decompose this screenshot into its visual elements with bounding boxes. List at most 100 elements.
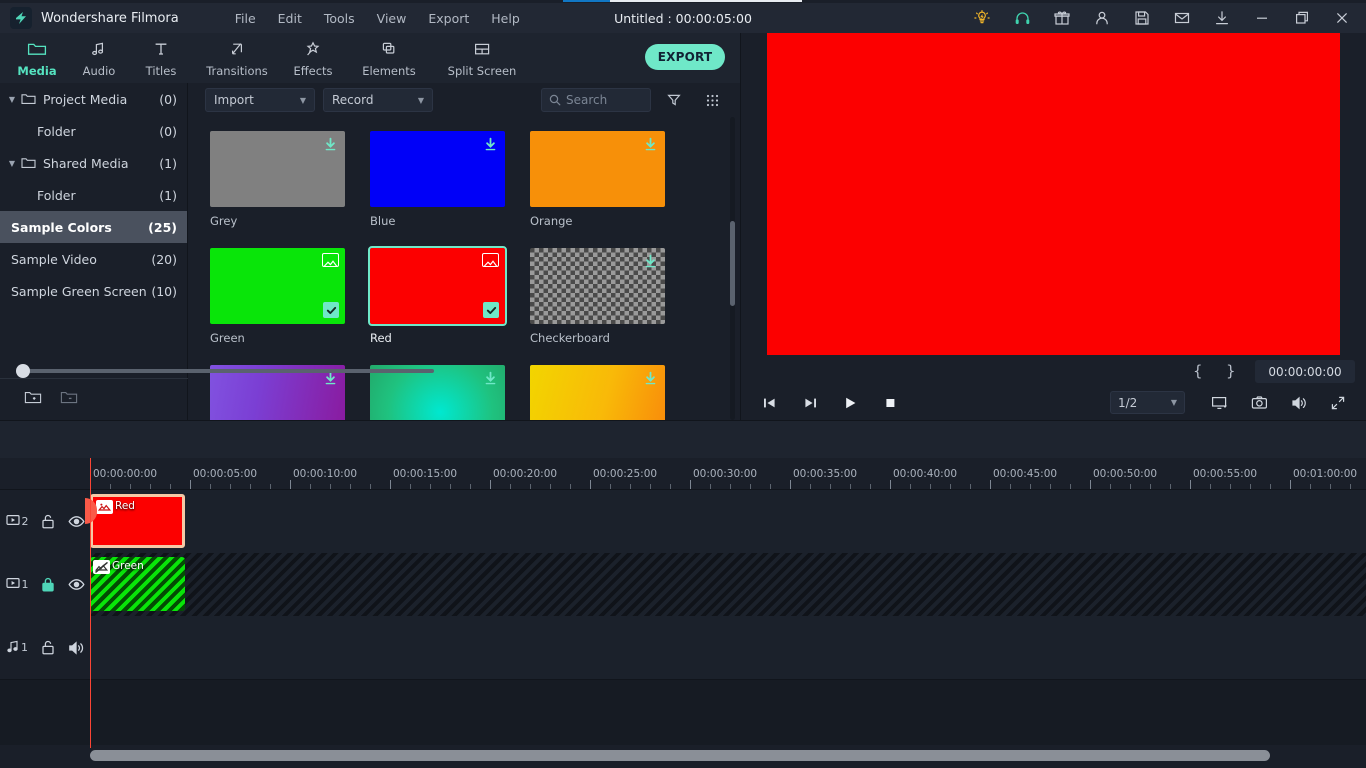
grid-view-icon[interactable] bbox=[700, 88, 724, 112]
download-icon[interactable] bbox=[643, 137, 658, 152]
preview-timecode[interactable]: 00:00:00:00 bbox=[1255, 360, 1355, 383]
library-item-shared-media[interactable]: ▼ Shared Media (1) bbox=[0, 147, 187, 179]
menu-item-edit[interactable]: Edit bbox=[268, 7, 312, 30]
new-folder-icon[interactable] bbox=[24, 390, 42, 409]
track-lane-video-track-2[interactable] bbox=[90, 490, 1366, 553]
play-button[interactable] bbox=[837, 391, 863, 415]
lock-icon[interactable] bbox=[34, 577, 62, 592]
library-item-sample-video[interactable]: Sample Video (20) bbox=[0, 243, 187, 275]
fullscreen-button[interactable] bbox=[1326, 391, 1350, 415]
image-icon bbox=[96, 500, 113, 514]
media-item-thumbnail[interactable] bbox=[210, 131, 345, 207]
media-item[interactable]: Orange bbox=[530, 131, 665, 228]
timeline-ruler[interactable]: 00:00:00:00 00:00:05:00 00:00:10:00 00:00:1… bbox=[0, 458, 1366, 490]
unlock-icon[interactable] bbox=[34, 640, 62, 655]
media-item-thumbnail[interactable] bbox=[370, 365, 505, 420]
next-frame-button[interactable] bbox=[797, 391, 823, 415]
preview-seek-handle[interactable] bbox=[16, 364, 30, 378]
gift-icon[interactable] bbox=[1042, 3, 1082, 33]
speaker-icon[interactable] bbox=[62, 640, 90, 655]
previous-frame-button[interactable] bbox=[756, 391, 782, 415]
eye-icon[interactable] bbox=[62, 578, 90, 591]
transition-arrows-icon bbox=[227, 41, 247, 61]
preview-seek-track[interactable] bbox=[22, 369, 434, 373]
media-item-checkbox[interactable] bbox=[323, 302, 339, 318]
download-icon[interactable] bbox=[643, 254, 658, 269]
playhead[interactable] bbox=[90, 458, 91, 748]
download-icon[interactable] bbox=[483, 137, 498, 152]
chevron-down-icon[interactable]: ▼ bbox=[5, 159, 19, 168]
media-item[interactable]: Green bbox=[210, 248, 345, 345]
track-header-video-track-1: 1 bbox=[0, 553, 90, 616]
tab-split-screen[interactable]: Split Screen bbox=[434, 39, 530, 78]
search-input[interactable]: Search bbox=[541, 88, 651, 112]
media-item[interactable] bbox=[370, 365, 505, 420]
media-item-thumbnail[interactable] bbox=[530, 248, 665, 324]
download-icon[interactable] bbox=[483, 371, 498, 386]
media-item-thumbnail[interactable] bbox=[210, 248, 345, 324]
tab-effects[interactable]: Effects bbox=[282, 39, 344, 78]
filter-icon[interactable] bbox=[662, 88, 686, 112]
download-icon[interactable] bbox=[323, 137, 338, 152]
stop-button[interactable] bbox=[877, 391, 903, 415]
media-item[interactable] bbox=[210, 365, 345, 420]
mark-in-button[interactable]: { bbox=[1193, 362, 1203, 380]
tab-titles[interactable]: Titles bbox=[130, 39, 192, 78]
chevron-down-icon[interactable]: ▼ bbox=[5, 95, 19, 104]
unlock-icon[interactable] bbox=[34, 514, 62, 529]
library-item-folder-shared[interactable]: Folder (1) bbox=[0, 179, 187, 211]
export-button[interactable]: EXPORT bbox=[645, 44, 725, 70]
lightbulb-icon[interactable] bbox=[962, 3, 1002, 33]
media-item[interactable]: Blue bbox=[370, 131, 505, 228]
volume-button[interactable] bbox=[1287, 391, 1311, 415]
media-item[interactable] bbox=[530, 365, 665, 420]
tab-audio[interactable]: Audio bbox=[68, 39, 130, 78]
library-item-folder-project[interactable]: Folder (0) bbox=[0, 115, 187, 147]
record-dropdown[interactable]: Record ▼ bbox=[323, 88, 433, 112]
preview-video-surface[interactable] bbox=[767, 33, 1340, 355]
media-item-checkbox[interactable] bbox=[483, 302, 499, 318]
tab-transitions[interactable]: Transitions bbox=[192, 39, 282, 78]
media-item[interactable]: Red bbox=[368, 246, 507, 345]
media-item[interactable]: Checkerboard bbox=[530, 248, 665, 345]
library-item-sample-colors[interactable]: Sample Colors (25) bbox=[0, 211, 187, 243]
snapshot-button[interactable] bbox=[1247, 391, 1271, 415]
media-scrollbar[interactable] bbox=[730, 117, 735, 420]
menu-item-tools[interactable]: Tools bbox=[314, 7, 365, 30]
media-item-thumbnail[interactable] bbox=[530, 131, 665, 207]
account-icon[interactable] bbox=[1082, 3, 1122, 33]
mail-icon[interactable] bbox=[1162, 3, 1202, 33]
import-dropdown[interactable]: Import ▼ bbox=[205, 88, 315, 112]
download-icon[interactable] bbox=[643, 371, 658, 386]
save-icon[interactable] bbox=[1122, 3, 1162, 33]
library-item-project-media[interactable]: ▼ Project Media (0) bbox=[0, 83, 187, 115]
media-scrollbar-thumb[interactable] bbox=[730, 221, 735, 306]
menu-item-view[interactable]: View bbox=[367, 7, 417, 30]
menu-item-help[interactable]: Help bbox=[481, 7, 530, 30]
mark-out-button[interactable]: } bbox=[1226, 362, 1236, 380]
maximize-icon[interactable] bbox=[1282, 3, 1322, 33]
remove-folder-icon[interactable] bbox=[60, 390, 78, 409]
ruler-minor-tick bbox=[430, 484, 431, 489]
media-item-thumbnail[interactable] bbox=[370, 131, 505, 207]
minimize-icon[interactable] bbox=[1242, 3, 1282, 33]
timeline-clip[interactable]: Red bbox=[90, 494, 185, 548]
preview-quality-select[interactable]: 1/2 ▼ bbox=[1110, 391, 1185, 414]
timeline-horizontal-scrollbar[interactable] bbox=[90, 750, 1270, 761]
close-icon[interactable] bbox=[1322, 3, 1362, 33]
headphones-icon[interactable] bbox=[1002, 3, 1042, 33]
timeline-clip[interactable]: Green bbox=[90, 557, 185, 611]
download-icon[interactable] bbox=[323, 371, 338, 386]
media-item[interactable]: Grey bbox=[210, 131, 345, 228]
preview-render-button[interactable] bbox=[1207, 391, 1231, 415]
tab-elements[interactable]: Elements bbox=[344, 39, 434, 78]
library-item-sample-green-screen[interactable]: Sample Green Screen (10) bbox=[0, 275, 187, 307]
menu-item-export[interactable]: Export bbox=[418, 7, 479, 30]
menu-item-file[interactable]: File bbox=[225, 7, 266, 30]
download-icon[interactable] bbox=[1202, 3, 1242, 33]
track-lane-audio-track-1[interactable] bbox=[90, 616, 1366, 679]
media-item-thumbnail[interactable] bbox=[530, 365, 665, 420]
media-item-thumbnail[interactable] bbox=[210, 365, 345, 420]
media-item-thumbnail[interactable] bbox=[368, 246, 507, 326]
tab-media[interactable]: Media bbox=[6, 39, 68, 90]
